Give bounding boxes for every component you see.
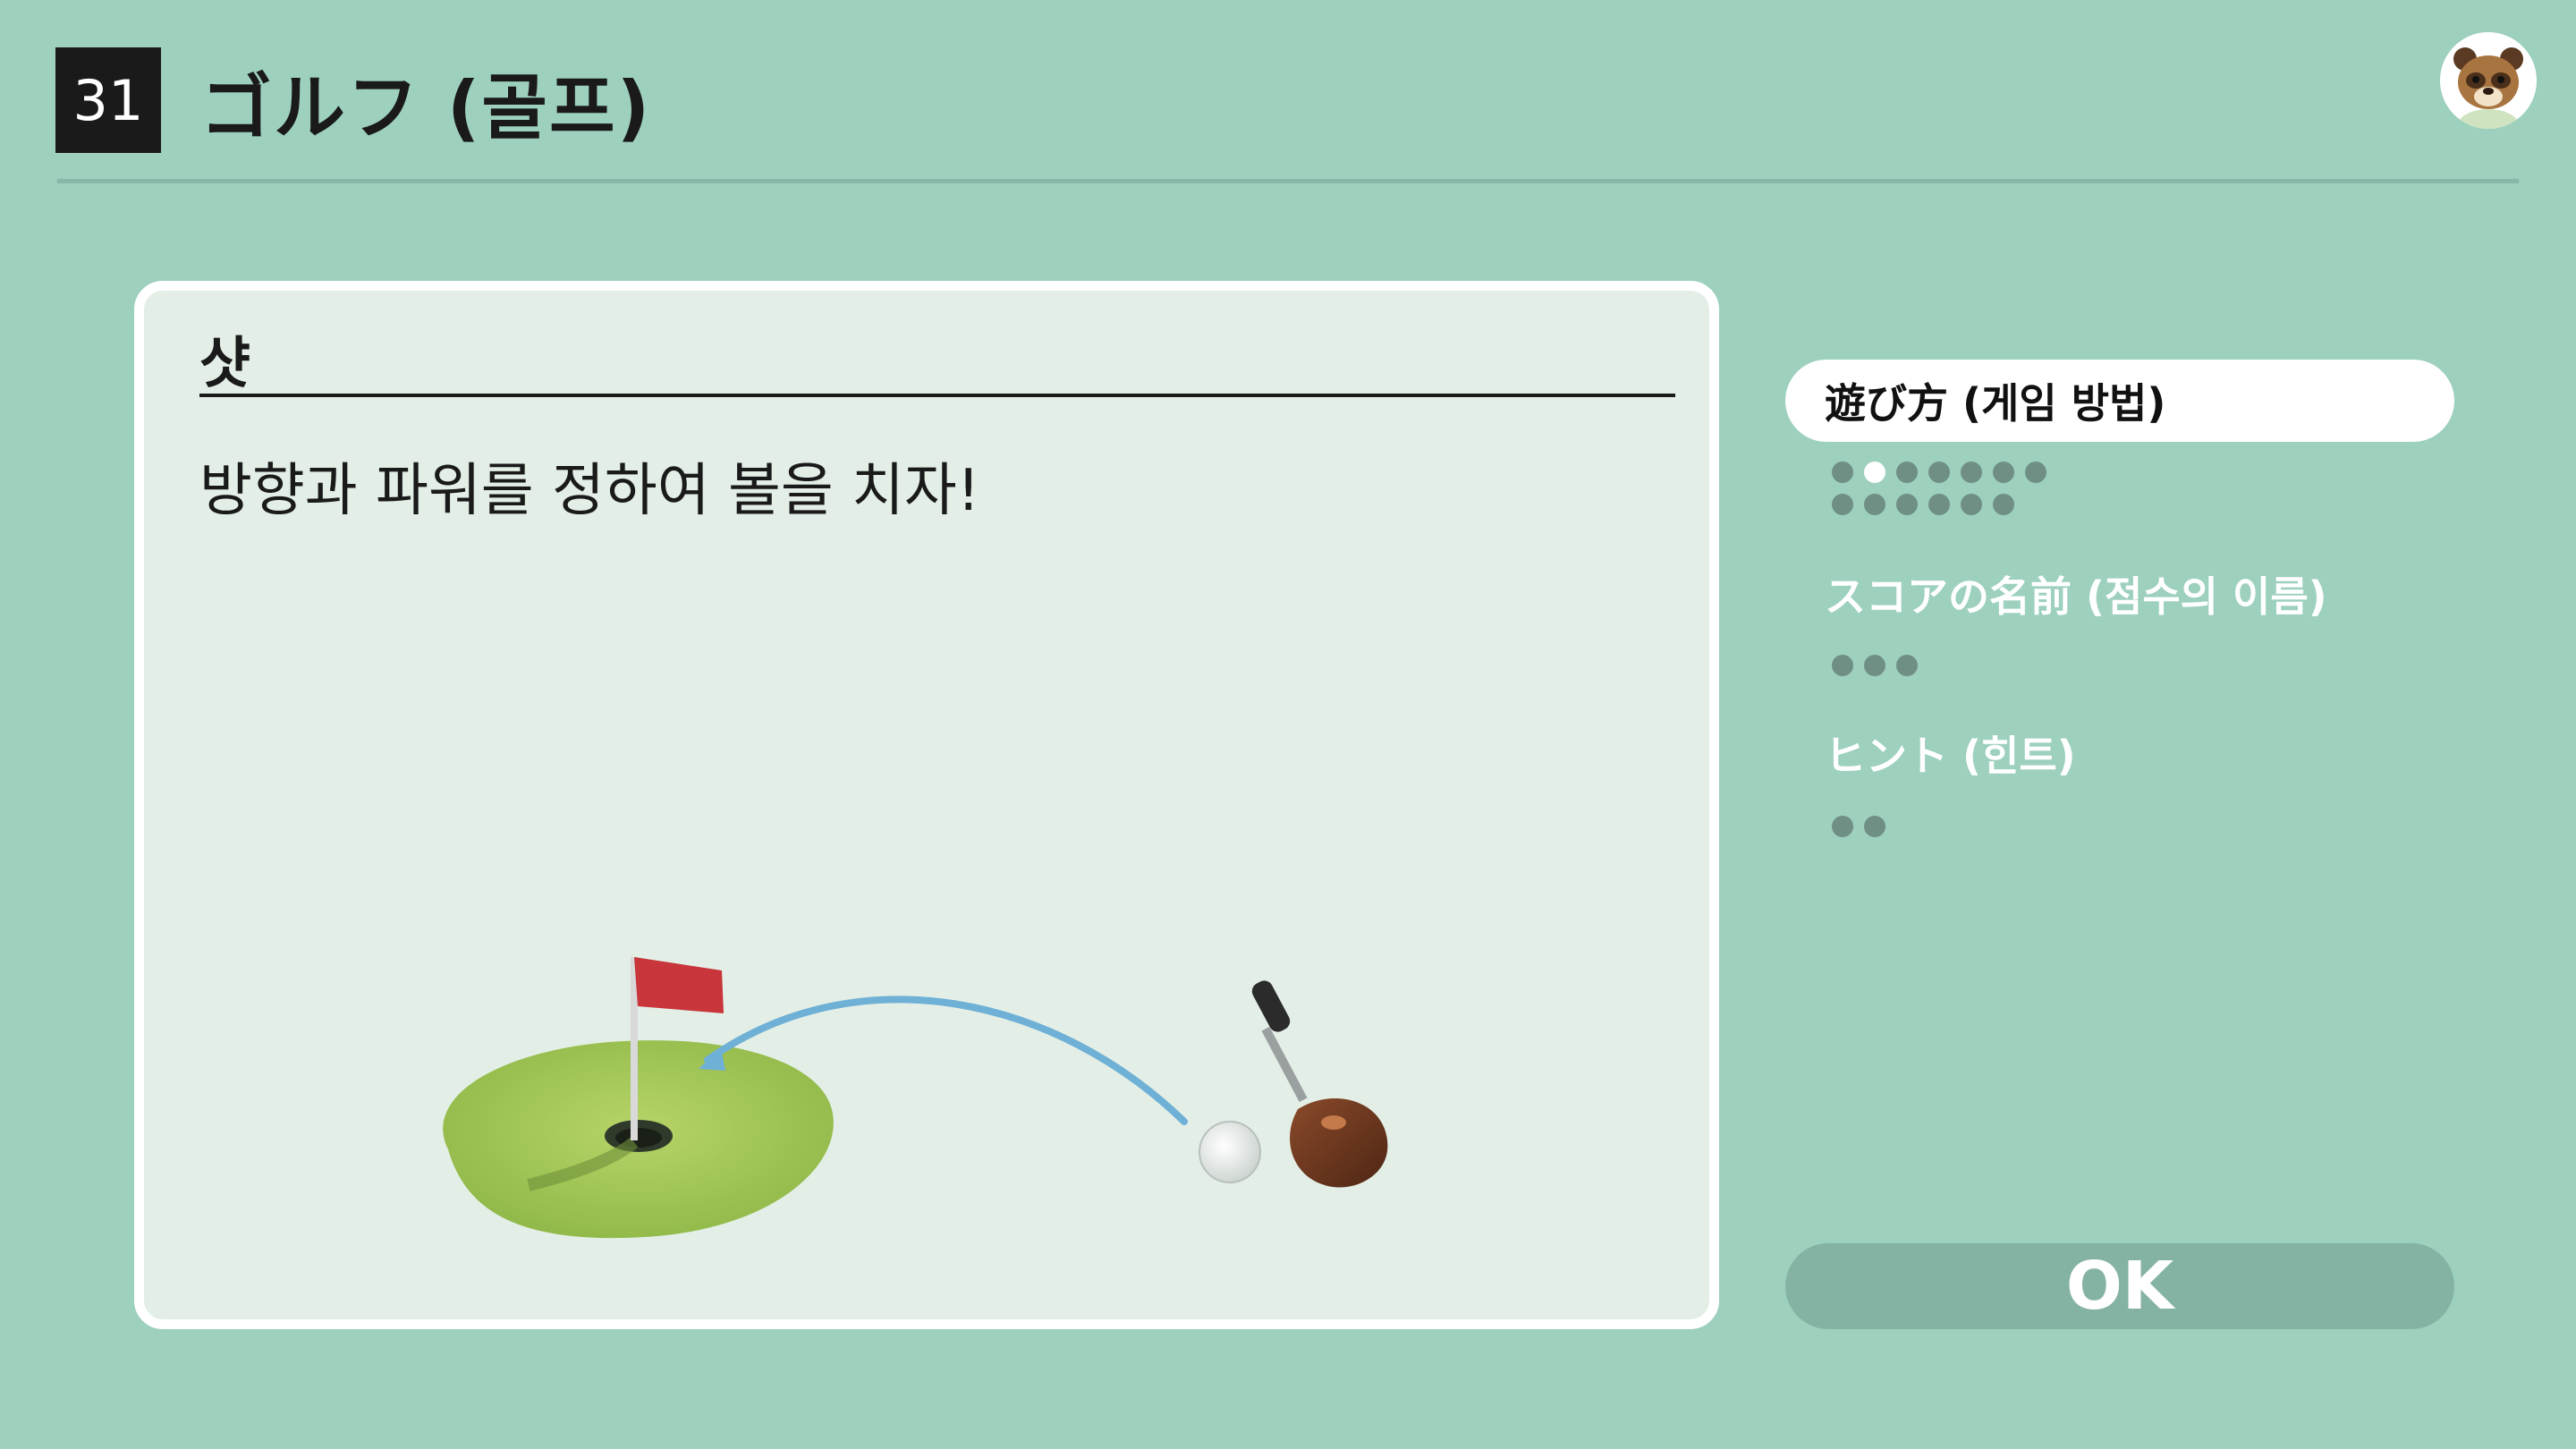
golf-ball-icon (1199, 1121, 1261, 1183)
ok-button[interactable]: OK (1785, 1243, 2454, 1329)
menu-item-score-names[interactable]: スコアの名前 (점수의 이름) (1785, 553, 2454, 635)
page-dot (1896, 655, 1918, 676)
level-number-badge: 31 (55, 47, 161, 153)
page-dot (1896, 494, 1918, 515)
page-dot (1864, 655, 1885, 676)
page-dot (1832, 494, 1853, 515)
page-title: ゴルフ (골프) (200, 66, 652, 149)
page-dot (2025, 462, 2046, 483)
golf-shot-illustration (443, 957, 1388, 1239)
page-dot (1993, 494, 2014, 515)
page-dot (1961, 462, 1982, 483)
golf-club-icon (1251, 980, 1388, 1188)
menu-item-hints[interactable]: ヒント (힌트) (1785, 712, 2454, 794)
instruction-card: 샷 방향과 파워를 정하여 볼을 치자! (134, 281, 1719, 1329)
page-dot (1832, 462, 1853, 483)
tom-nook-avatar-icon (2440, 32, 2537, 129)
page-dot (1928, 494, 1950, 515)
page-dot (1832, 816, 1853, 837)
page-dot (1864, 816, 1885, 837)
page-dot (1961, 494, 1982, 515)
putting-green (443, 1040, 834, 1239)
header-divider (57, 179, 2519, 183)
menu-item-how-to-play[interactable]: 遊び方 (게임 방법) (1785, 360, 2454, 442)
page-dot (1896, 462, 1918, 483)
page-dot-current (1864, 462, 1885, 483)
page-dot (1864, 494, 1885, 515)
page-dot (1993, 462, 2014, 483)
page-dot (1928, 462, 1950, 483)
page-dot (1832, 655, 1853, 676)
